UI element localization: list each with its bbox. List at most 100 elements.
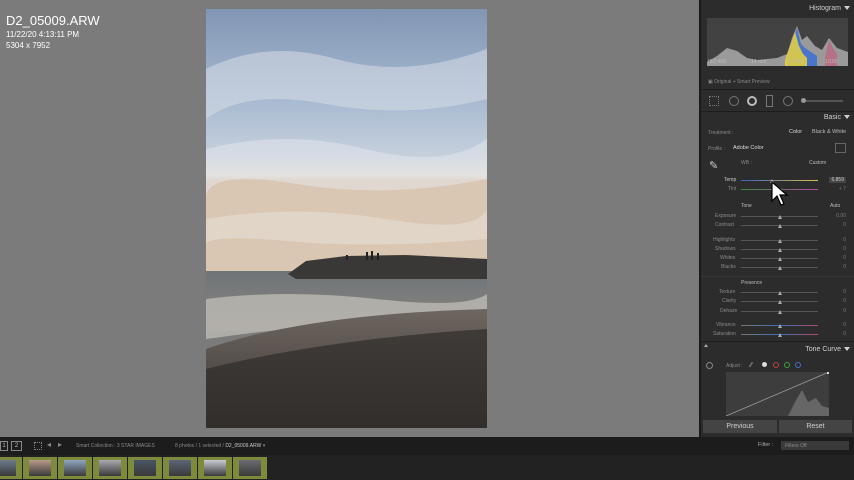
profile-browser-icon[interactable] bbox=[835, 143, 846, 153]
contrast-slider-knob[interactable] bbox=[778, 224, 782, 228]
blue-channel-icon[interactable] bbox=[795, 362, 801, 368]
forward-arrow-icon[interactable]: ▸ bbox=[58, 440, 62, 449]
radial-filter-icon[interactable] bbox=[783, 96, 793, 106]
treatment-label: Treatment : bbox=[708, 130, 734, 136]
wb-dropdown[interactable]: Custom bbox=[809, 160, 826, 166]
filmstrip-thumbnail[interactable] bbox=[128, 457, 162, 479]
saturation-slider-knob[interactable] bbox=[778, 333, 782, 337]
wb-label: WB : bbox=[741, 160, 752, 166]
vibrance-slider-knob[interactable] bbox=[778, 324, 782, 328]
tone-label: Tone bbox=[741, 203, 752, 209]
contrast-value[interactable]: 0 bbox=[843, 222, 846, 228]
exif-shutter: 1/100 bbox=[825, 59, 838, 65]
red-eye-icon[interactable] bbox=[747, 96, 757, 106]
treatment-bw[interactable]: Black & White bbox=[812, 129, 846, 135]
filmstrip-thumbnail[interactable] bbox=[198, 457, 232, 479]
collection-source[interactable]: Smart Collection : 3 STAR IMAGES bbox=[76, 443, 155, 449]
saturation-value[interactable]: 0 bbox=[843, 331, 846, 337]
filmstrip-thumbnail[interactable] bbox=[163, 457, 197, 479]
texture-value[interactable]: 0 bbox=[843, 289, 846, 295]
filmstrip-toolbar: 1 2 ◂ ▸ Smart Collection : 3 STAR IMAGES… bbox=[0, 437, 854, 455]
dehaze-label: Dehaze bbox=[720, 308, 738, 314]
dehaze-value[interactable]: 0 bbox=[843, 308, 846, 314]
shadows-slider-knob[interactable] bbox=[778, 248, 782, 252]
blacks-slider-knob[interactable] bbox=[778, 266, 782, 270]
main-photo[interactable] bbox=[206, 9, 487, 428]
previous-button[interactable]: Previous bbox=[703, 420, 777, 433]
selection-status: 8 photos / 1 selected / D2_05009.ARW ▾ bbox=[175, 443, 266, 449]
clarity-value[interactable]: 0 bbox=[843, 298, 846, 304]
target-adjust-icon[interactable] bbox=[706, 362, 713, 369]
filmstrip-thumbnail[interactable] bbox=[58, 457, 92, 479]
filmstrip-thumbnail[interactable] bbox=[23, 457, 57, 479]
shadows-label: Shadows bbox=[715, 246, 736, 252]
image-canvas[interactable]: D2_05009.ARW 11/22/20 4:13:11 PM 5304 x … bbox=[0, 0, 699, 437]
auto-button[interactable]: Auto bbox=[830, 203, 840, 209]
exposure-label: Exposure bbox=[715, 213, 737, 219]
tone-curve-graph[interactable] bbox=[725, 371, 830, 417]
green-channel-icon[interactable] bbox=[784, 362, 790, 368]
spot-removal-icon[interactable] bbox=[729, 96, 739, 106]
dehaze-slider-knob[interactable] bbox=[778, 310, 782, 314]
exif-aperture: f / 4.5 bbox=[789, 59, 802, 65]
histogram-graph[interactable]: ISO 400 14 mm f / 4.5 1/100 bbox=[707, 18, 848, 66]
red-channel-icon[interactable] bbox=[773, 362, 779, 368]
profile-dropdown[interactable]: Adobe Color bbox=[733, 145, 764, 151]
shadows-value[interactable]: 0 bbox=[843, 246, 846, 252]
dropdown-caret-icon: ▾ bbox=[262, 443, 266, 449]
highlights-value[interactable]: 0 bbox=[843, 237, 846, 243]
page-2-button[interactable]: 2 bbox=[11, 441, 22, 451]
blacks-label: Blacks bbox=[721, 264, 736, 270]
filmstrip-thumbnail[interactable] bbox=[233, 457, 267, 479]
clarity-slider-knob[interactable] bbox=[778, 300, 782, 304]
basic-header[interactable]: Basic bbox=[824, 114, 850, 121]
exif-iso: ISO 400 bbox=[708, 59, 727, 65]
whites-value[interactable]: 0 bbox=[843, 255, 846, 261]
tone-curve-title: Tone Curve bbox=[805, 346, 841, 353]
selected-filename[interactable]: D2_05009.ARW bbox=[225, 443, 261, 449]
temp-value[interactable]: 6,859 bbox=[829, 177, 846, 183]
image-info-overlay: D2_05009.ARW 11/22/20 4:13:11 PM 5304 x … bbox=[6, 13, 100, 51]
panel-expand-icon[interactable] bbox=[704, 344, 708, 347]
texture-slider-knob[interactable] bbox=[778, 291, 782, 295]
image-dimensions: 5304 x 7952 bbox=[6, 41, 51, 50]
thumbnail-image bbox=[29, 460, 51, 476]
page-1-button[interactable]: 1 bbox=[0, 441, 8, 451]
reset-button[interactable]: Reset bbox=[779, 420, 852, 433]
parametric-curve-icon[interactable]: ∕∕ bbox=[750, 362, 752, 369]
image-datetime: 11/22/20 4:13:11 PM bbox=[6, 30, 80, 39]
filmstrip-thumbnail[interactable] bbox=[0, 457, 22, 479]
treatment-color[interactable]: Color bbox=[789, 129, 802, 135]
grid-view-icon[interactable] bbox=[34, 442, 42, 450]
presence-label: Presence bbox=[741, 280, 763, 286]
blacks-value[interactable]: 0 bbox=[843, 264, 846, 270]
smart-preview-status[interactable]: ▣ Original + Smart Preview bbox=[708, 79, 770, 85]
brush-slider-knob[interactable] bbox=[801, 98, 806, 103]
filter-label: Filter : bbox=[758, 442, 774, 448]
filter-dropdown[interactable]: Filters Off bbox=[781, 441, 849, 450]
saturation-label: Saturation bbox=[713, 331, 736, 337]
tint-value[interactable]: + 7 bbox=[839, 186, 846, 192]
white-balance-picker-icon[interactable]: ✎ bbox=[709, 159, 718, 172]
whites-slider-knob[interactable] bbox=[778, 257, 782, 261]
crop-tool-icon[interactable] bbox=[709, 96, 719, 106]
histogram-header[interactable]: Histogram bbox=[809, 5, 850, 12]
vibrance-value[interactable]: 0 bbox=[843, 322, 846, 328]
point-curve-white-icon[interactable] bbox=[762, 362, 767, 367]
thumbnail-image bbox=[239, 460, 261, 476]
brush-slider[interactable] bbox=[803, 100, 843, 102]
graduated-filter-icon[interactable] bbox=[766, 95, 773, 107]
exposure-slider-knob[interactable] bbox=[778, 215, 782, 219]
tone-curve-header[interactable]: Tone Curve bbox=[805, 346, 850, 353]
filmstrip-thumbnail[interactable] bbox=[93, 457, 127, 479]
divider bbox=[701, 111, 854, 112]
highlights-label: Highlights bbox=[713, 237, 735, 243]
thumbnail-image bbox=[169, 460, 191, 476]
profile-label: Profile : bbox=[708, 146, 725, 152]
exposure-value[interactable]: 0.00 bbox=[836, 213, 846, 219]
highlights-slider-knob[interactable] bbox=[778, 239, 782, 243]
vibrance-label: Vibrance bbox=[716, 322, 736, 328]
contrast-label: Contrast bbox=[715, 222, 734, 228]
tool-strip bbox=[709, 95, 849, 107]
back-arrow-icon[interactable]: ◂ bbox=[47, 440, 51, 449]
